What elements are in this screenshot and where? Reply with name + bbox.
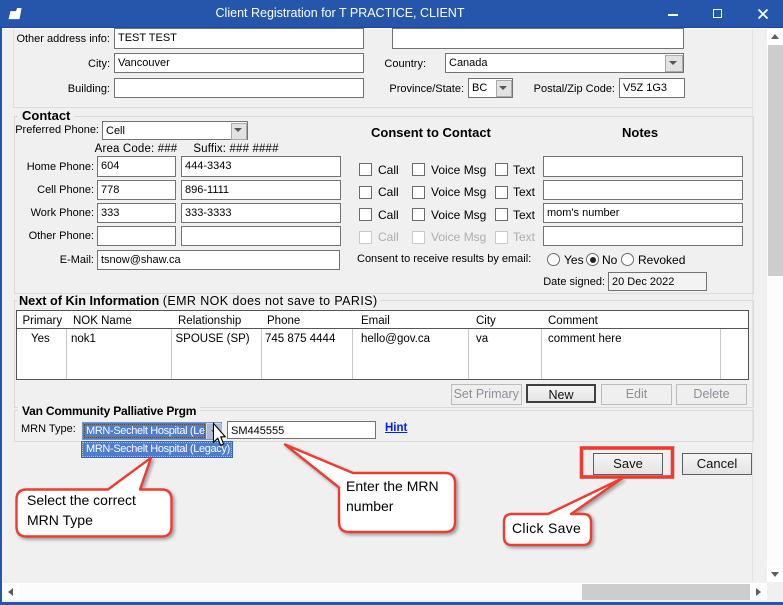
svg-text:number: number: [346, 498, 394, 514]
svg-text:Click Save: Click Save: [512, 520, 581, 536]
svg-text:MRN Type: MRN Type: [27, 512, 93, 528]
svg-text:Enter the MRN: Enter the MRN: [346, 478, 439, 494]
svg-text:Select the correct: Select the correct: [27, 492, 136, 508]
